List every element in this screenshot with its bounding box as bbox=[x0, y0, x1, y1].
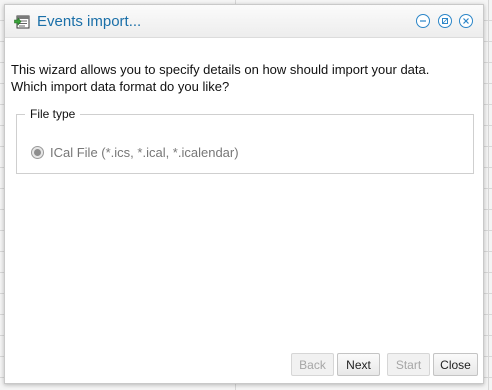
close-icon bbox=[463, 18, 469, 24]
maximize-button[interactable] bbox=[438, 14, 452, 28]
next-button[interactable]: Next bbox=[337, 353, 380, 376]
ical-file-radio[interactable] bbox=[31, 145, 44, 159]
minimize-button[interactable] bbox=[416, 14, 430, 28]
back-button[interactable]: Back bbox=[291, 353, 334, 376]
dialog-title: Events import... bbox=[37, 13, 142, 30]
close-button[interactable]: Close bbox=[433, 353, 478, 376]
wizard-description-line1: This wizard allows you to specify detail… bbox=[11, 62, 430, 77]
start-button[interactable]: Start bbox=[387, 353, 430, 376]
background-column-divider bbox=[488, 0, 489, 390]
wizard-description-line2: Which import data format do you like? bbox=[11, 79, 230, 94]
file-type-group: File type ICal File (*.ics, *.ical, *.ic… bbox=[16, 107, 474, 174]
events-import-dialog: Events import... This wizard allows you … bbox=[4, 4, 484, 384]
file-type-legend: File type bbox=[30, 107, 76, 121]
minimize-icon bbox=[420, 20, 426, 22]
wizard-description: This wizard allows you to specify detail… bbox=[11, 61, 471, 95]
close-window-button[interactable] bbox=[459, 14, 473, 28]
calendar-import-icon bbox=[14, 13, 30, 29]
ical-file-option[interactable]: ICal File (*.ics, *.ical, *.icalendar) bbox=[31, 143, 239, 161]
ical-file-label: ICal File (*.ics, *.ical, *.icalendar) bbox=[50, 144, 239, 160]
dialog-titlebar[interactable]: Events import... bbox=[5, 5, 483, 38]
maximize-icon bbox=[442, 18, 448, 24]
